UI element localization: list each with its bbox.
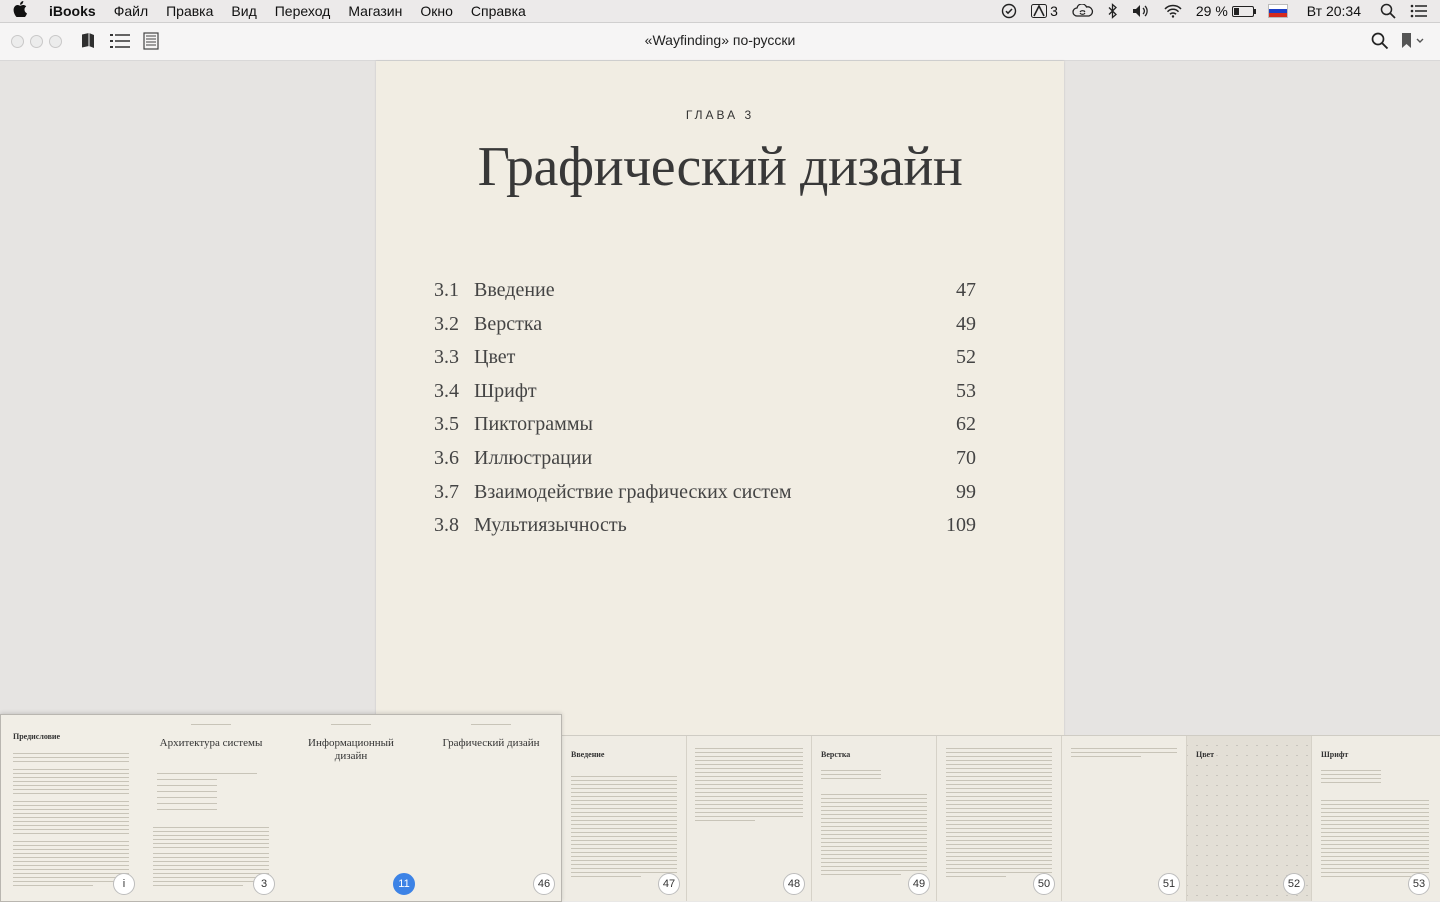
clock[interactable]: Вт 20:34 (1295, 3, 1373, 19)
toc-label[interactable]: Мультиязычность (474, 514, 627, 537)
bluetooth-icon[interactable] (1101, 3, 1125, 19)
window-toolbar: «Wayfinding» по-русски (0, 23, 1440, 61)
tasks-checkmark-icon[interactable] (994, 3, 1024, 19)
book-title: «Wayfinding» по-русски (644, 32, 796, 48)
toc-page-number: 52 (956, 346, 976, 368)
toc-number: 3.2 (434, 313, 459, 335)
chapter-thumbnail[interactable]: Архитектура системы 3 (141, 715, 281, 901)
menu-edit[interactable]: Правка (157, 3, 222, 19)
toc-page-number: 49 (956, 313, 976, 335)
page-number-badge: 51 (1158, 873, 1180, 895)
adobe-status-item[interactable]: 3 (1024, 3, 1065, 19)
toc-entry[interactable]: 3.1 Введение 47 (434, 279, 976, 309)
toc-label[interactable]: Пиктограммы (474, 413, 593, 436)
thumbnail-heading: Предисловие (13, 732, 61, 741)
spotlight-search-icon[interactable] (1373, 3, 1403, 19)
toc-number: 3.6 (434, 447, 459, 469)
battery-percent: 29 % (1195, 3, 1228, 19)
toc-page-number: 99 (956, 481, 976, 503)
book-page: ГЛАВА 3 Графический дизайн 3.1 Введение … (376, 61, 1064, 741)
menu-view[interactable]: Вид (222, 3, 265, 19)
toc-label[interactable]: Взаимодействие графических систем (474, 481, 792, 504)
input-source-flag-icon[interactable] (1261, 4, 1295, 18)
wifi-icon[interactable] (1157, 4, 1189, 18)
page-number-badge: 53 (1408, 873, 1430, 895)
notification-center-icon[interactable] (1403, 4, 1440, 18)
page-thumbnail[interactable]: Введение 47 (562, 736, 686, 901)
adobe-icon (1031, 4, 1048, 18)
thumbnail-heading: Информационный дизайн (308, 737, 394, 762)
page-thumbnail[interactable]: 48 (687, 736, 811, 901)
toc-number: 3.4 (434, 380, 459, 402)
page-number-badge: 49 (908, 873, 930, 895)
chapter-thumbnail[interactable]: Информационный дизайн 11 (281, 715, 421, 901)
toc-page-number: 109 (946, 514, 976, 536)
toc-number: 3.5 (434, 413, 459, 435)
toc-page-number: 70 (956, 447, 976, 469)
toc-label[interactable]: Шрифт (474, 380, 537, 403)
page-number-badge: 47 (658, 873, 680, 895)
chapter-title: Графический дизайн (477, 136, 963, 198)
toc-number: 3.7 (434, 481, 459, 503)
toc-entry[interactable]: 3.3 Цвет 52 (434, 346, 976, 376)
page-number-badge: 3 (253, 873, 275, 895)
volume-icon[interactable] (1125, 4, 1157, 18)
toc-label[interactable]: Иллюстрации (474, 447, 592, 470)
menu-help[interactable]: Справка (462, 3, 535, 19)
left-margin (0, 61, 376, 716)
chapter-thumbnail[interactable]: Предисловие i (1, 715, 141, 901)
page-number-badge: 50 (1033, 873, 1055, 895)
page-number-badge: 52 (1283, 873, 1305, 895)
page-thumbnail[interactable]: Шрифт 53 (1312, 736, 1440, 901)
battery-icon (1231, 5, 1256, 17)
page-thumbnail[interactable]: Цвет 52 (1187, 736, 1311, 901)
page-thumbnail[interactable]: Верстка 49 (812, 736, 936, 901)
toc-entry[interactable]: 3.2 Верстка 49 (434, 313, 976, 343)
current-page-badge: 11 (393, 873, 415, 895)
battery-status[interactable]: 29 % (1189, 3, 1261, 19)
thumbnail-heading: Шрифт (1321, 750, 1349, 759)
chapter-label: ГЛАВА 3 (685, 108, 755, 122)
toc-entry[interactable]: 3.8 Мультиязычность 109 (434, 514, 976, 544)
thumbnail-heading: Введение (571, 750, 605, 759)
page-thumbnail[interactable]: 50 (937, 736, 1061, 901)
menu-file[interactable]: Файл (105, 3, 157, 19)
menu-app-ibooks[interactable]: iBooks (40, 3, 105, 19)
toc-label[interactable]: Верстка (474, 313, 542, 336)
toc-label[interactable]: Введение (474, 279, 555, 302)
page-number-badge: 46 (533, 873, 555, 895)
toc-page-number: 62 (956, 413, 976, 435)
menu-go[interactable]: Переход (266, 3, 340, 19)
thumbnail-heading: Графический дизайн (442, 737, 540, 749)
toc-number: 3.8 (434, 514, 459, 536)
toc-page-number: 47 (956, 279, 976, 301)
chapter-start-thumbnails[interactable]: Предисловие i Архитектура системы 3 Инфо… (0, 714, 562, 902)
toc-entry[interactable]: 3.5 Пиктограммы 62 (434, 413, 976, 443)
toc-entry[interactable]: 3.6 Иллюстрации 70 (434, 447, 976, 477)
apple-menu-icon[interactable] (0, 1, 40, 21)
adobe-count: 3 (1050, 3, 1058, 19)
toc-label[interactable]: Цвет (474, 346, 515, 369)
toc-page-number: 53 (956, 380, 976, 402)
toc-entry[interactable]: 3.7 Взаимодействие графических систем 99 (434, 481, 976, 511)
thumbnail-heading: Цвет (1196, 750, 1215, 759)
bookmark-menu-icon[interactable] (1400, 31, 1426, 51)
search-icon[interactable] (1369, 31, 1391, 51)
page-number-badge: i (113, 873, 135, 895)
menu-window[interactable]: Окно (411, 3, 462, 19)
toc-entry[interactable]: 3.4 Шрифт 53 (434, 380, 976, 410)
thumbnail-heading: Архитектура системы (159, 737, 263, 749)
toc-number: 3.1 (434, 279, 459, 301)
toc-number: 3.3 (434, 346, 459, 368)
page-thumbnail[interactable]: 51 (1062, 736, 1186, 901)
menu-bar: iBooks Файл Правка Вид Переход Магазин О… (0, 0, 1440, 23)
right-margin (1064, 61, 1440, 735)
thumbnail-heading: Верстка (821, 750, 851, 759)
menu-store[interactable]: Магазин (339, 3, 411, 19)
cloud-sync-icon[interactable] (1065, 4, 1101, 18)
page-number-badge: 48 (783, 873, 805, 895)
chapter-thumbnail[interactable]: Графический дизайн 46 (421, 715, 561, 901)
